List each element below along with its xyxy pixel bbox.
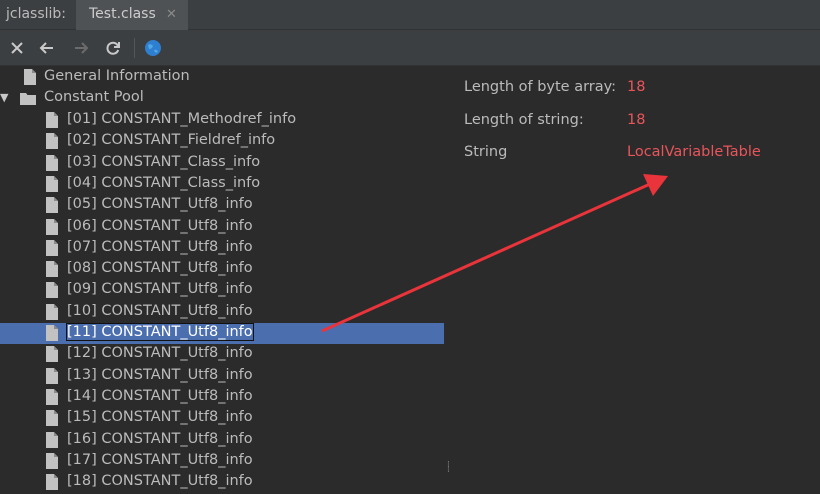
tree-node-constant-pool-item[interactable]: [08] CONSTANT_Utf8_info <box>0 259 444 280</box>
toolbar-separator <box>134 38 135 58</box>
tab-bar: jclasslib: Test.class ✕ <box>0 0 820 30</box>
tree-node-constant-pool-item[interactable]: [07] CONSTANT_Utf8_info <box>0 238 444 259</box>
file-icon <box>46 431 58 448</box>
file-icon <box>46 197 58 214</box>
file-icon <box>46 133 58 150</box>
close-icon[interactable] <box>8 39 26 57</box>
file-icon <box>46 282 58 299</box>
tree-node-constant-pool-item[interactable]: [17] CONSTANT_Utf8_info <box>0 451 444 472</box>
byte-array-length-value: 18 <box>627 79 646 95</box>
tree-node-constant-pool-item[interactable]: [15] CONSTANT_Utf8_info <box>0 408 444 429</box>
refresh-icon[interactable] <box>104 39 122 57</box>
folder-icon <box>20 92 36 105</box>
tree-node-constant-pool-item[interactable]: [04] CONSTANT_Class_info <box>0 174 444 195</box>
tree-node-label: [08] CONSTANT_Utf8_info <box>67 260 253 277</box>
tree-node-label: [16] CONSTANT_Utf8_info <box>67 430 253 447</box>
tree-node-label: [09] CONSTANT_Utf8_info <box>67 281 253 298</box>
tree-node-label: Constant Pool <box>44 89 144 105</box>
tree-node-label: [18] CONSTANT_Utf8_info <box>67 473 253 490</box>
file-icon <box>46 154 58 171</box>
tree-node-constant-pool-item[interactable]: [05] CONSTANT_Utf8_info <box>0 195 444 216</box>
file-icon <box>46 112 58 128</box>
tree-node-constant-pool-item[interactable]: [10] CONSTANT_Utf8_info <box>0 302 444 323</box>
tree-node-constant-pool-item[interactable]: [06] CONSTANT_Utf8_info <box>0 217 444 238</box>
expand-arrow-icon[interactable]: ▼ <box>0 91 8 104</box>
file-icon <box>46 388 58 405</box>
tree-node-label: [17] CONSTANT_Utf8_info <box>67 451 253 468</box>
forward-arrow-icon[interactable] <box>72 39 90 57</box>
tree-node-label: [04] CONSTANT_Class_info <box>67 174 261 191</box>
pane-splitter[interactable] <box>444 66 445 490</box>
tree-node-constant-pool-item[interactable]: [03] CONSTANT_Class_info <box>0 153 444 174</box>
string-label: String <box>464 144 508 160</box>
app-name-label: jclasslib: <box>6 6 67 22</box>
tree-node-label: [02] CONSTANT_Fieldref_info <box>67 132 276 149</box>
back-arrow-icon[interactable] <box>38 39 56 57</box>
string-value: LocalVariableTable <box>627 144 761 160</box>
tab-title: Test.class <box>89 6 156 22</box>
tree-node-constant-pool-item[interactable]: [13] CONSTANT_Utf8_info <box>0 366 444 387</box>
tree-node-constant-pool-item[interactable]: [02] CONSTANT_Fieldref_info <box>0 131 444 152</box>
file-icon <box>46 239 58 256</box>
tree-node-label: [07] CONSTANT_Utf8_info <box>67 238 253 255</box>
splitter-grip-icon[interactable]: ⁞ ⁞ <box>447 461 450 475</box>
byte-array-length-label: Length of byte array: <box>464 79 617 95</box>
tree-node-constant-pool-item[interactable]: [16] CONSTANT_Utf8_info <box>0 430 444 451</box>
tree-node-label: General Information <box>44 68 190 84</box>
tree-node-constant-pool[interactable]: ▼ Constant Pool <box>0 88 444 109</box>
file-icon <box>46 325 58 341</box>
tree-node-label: [10] CONSTANT_Utf8_info <box>67 302 253 319</box>
tab-test-class[interactable]: Test.class ✕ <box>76 0 188 30</box>
file-icon <box>46 452 58 469</box>
tree-node-label: [05] CONSTANT_Utf8_info <box>67 196 253 213</box>
string-length-label: Length of string: <box>464 112 584 128</box>
tree-node-constant-pool-item[interactable]: [14] CONSTANT_Utf8_info <box>0 387 444 408</box>
file-icon <box>46 218 58 235</box>
class-structure-tree: General Information ▼ Constant Pool [01]… <box>0 66 444 491</box>
toolbar <box>0 30 820 66</box>
file-icon <box>46 410 58 427</box>
file-icon <box>46 303 58 320</box>
tree-node-label: [03] CONSTANT_Class_info <box>67 153 261 170</box>
tree-node-constant-pool-item[interactable]: [11] CONSTANT_Utf8_info <box>0 323 444 344</box>
tree-node-label: [13] CONSTANT_Utf8_info <box>67 366 253 383</box>
file-icon <box>46 261 58 278</box>
annotation-arrow-head <box>643 174 668 196</box>
tree-node-general-information[interactable]: General Information <box>0 67 444 88</box>
tree-node-label: [11] CONSTANT_Utf8_info <box>66 323 254 341</box>
string-length-value: 18 <box>627 112 646 128</box>
file-icon <box>46 346 58 363</box>
tree-node-label: [06] CONSTANT_Utf8_info <box>67 217 253 234</box>
tree-node-constant-pool-item[interactable]: [09] CONSTANT_Utf8_info <box>0 280 444 301</box>
tree-node-constant-pool-item[interactable]: [01] CONSTANT_Methodref_info <box>0 110 444 131</box>
file-icon <box>46 175 58 192</box>
tree-node-label: [14] CONSTANT_Utf8_info <box>67 387 253 404</box>
file-icon <box>46 474 58 491</box>
tree-node-label: [12] CONSTANT_Utf8_info <box>67 345 253 362</box>
file-icon <box>46 367 58 384</box>
tree-node-label: [01] CONSTANT_Methodref_info <box>67 111 297 127</box>
globe-icon[interactable] <box>144 39 162 57</box>
tree-node-constant-pool-item[interactable]: [12] CONSTANT_Utf8_info <box>0 344 444 365</box>
tree-node-label: [15] CONSTANT_Utf8_info <box>67 409 253 426</box>
tab-close-icon[interactable]: ✕ <box>166 7 177 22</box>
file-icon <box>24 69 36 85</box>
